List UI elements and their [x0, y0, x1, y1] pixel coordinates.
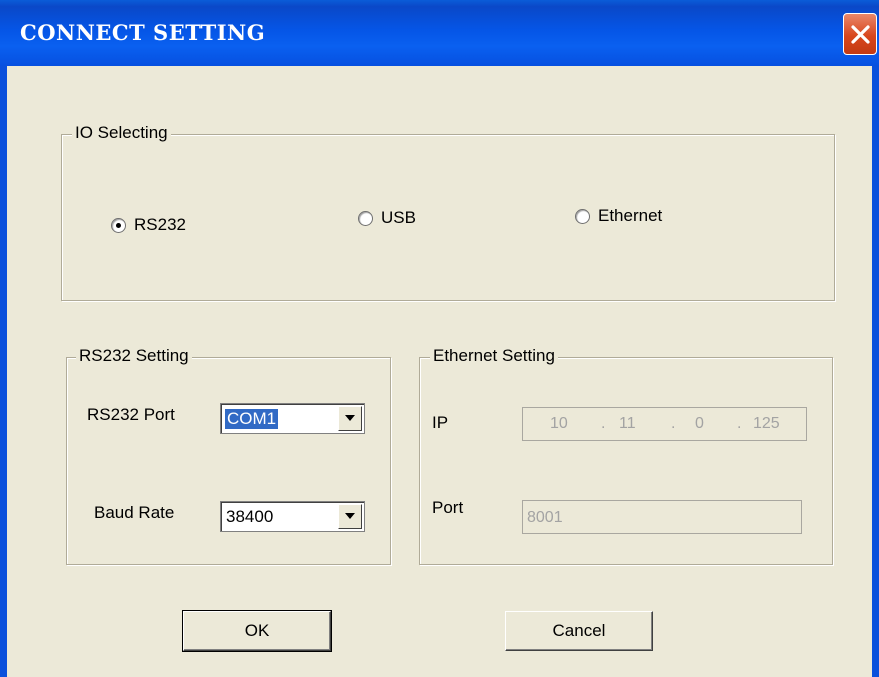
title-bar[interactable]: CONNECT SETTING — [0, 0, 879, 66]
ip-octet-3: 0 — [695, 415, 704, 432]
baud-rate-dropdown-button[interactable] — [338, 504, 362, 529]
baud-rate-label: Baud Rate — [94, 503, 175, 522]
radio-usb[interactable]: USB — [358, 208, 416, 228]
port-field[interactable]: 8001 — [522, 500, 802, 534]
close-button[interactable] — [843, 13, 877, 55]
radio-unselected-icon — [575, 208, 590, 224]
cancel-button-label: Cancel — [552, 621, 606, 640]
ip-octet-1: 10 — [550, 415, 568, 432]
rs232-port-value: COM1 — [225, 409, 279, 429]
ip-dot-1: . — [601, 415, 606, 432]
ip-address-field[interactable]: 10 . 11 . 0 . 125 — [522, 407, 807, 441]
cancel-button[interactable]: Cancel — [505, 611, 653, 651]
chevron-down-icon — [345, 513, 355, 519]
baud-rate-select[interactable]: 38400 — [220, 501, 365, 532]
ip-octet-4: 125 — [753, 415, 780, 432]
radio-usb-label: USB — [381, 208, 416, 227]
ip-octet-2: 11 — [619, 415, 636, 432]
radio-rs232[interactable]: RS232 — [111, 215, 186, 235]
rs232-setting-group: RS232 Setting — [66, 346, 391, 565]
ip-dot-2: . — [671, 415, 676, 432]
baud-rate-value: 38400 — [226, 507, 274, 526]
ok-button[interactable]: OK — [182, 610, 332, 652]
window-title: CONNECT SETTING — [20, 20, 266, 45]
rs232-port-dropdown-button[interactable] — [338, 406, 362, 431]
port-label: Port — [432, 498, 464, 517]
window-frame-right — [872, 66, 879, 677]
radio-ethernet-label: Ethernet — [598, 206, 663, 225]
ip-label: IP — [432, 413, 449, 432]
radio-rs232-label: RS232 — [134, 215, 186, 234]
connect-setting-window: CONNECT SETTING IO Selecting RS232 USB E… — [0, 0, 879, 677]
ip-dot-3: . — [737, 415, 742, 432]
close-icon — [851, 25, 870, 44]
port-value: 8001 — [527, 509, 563, 526]
rs232-setting-legend: RS232 Setting — [76, 346, 192, 366]
radio-ethernet[interactable]: Ethernet — [575, 206, 662, 226]
rs232-port-select[interactable]: COM1 — [220, 403, 365, 434]
radio-selected-icon — [111, 217, 126, 233]
ethernet-setting-legend: Ethernet Setting — [430, 346, 558, 366]
chevron-down-icon — [345, 415, 355, 421]
radio-unselected-icon — [358, 210, 373, 226]
window-frame-left — [0, 66, 7, 677]
ok-button-label: OK — [244, 621, 270, 640]
io-selecting-legend: IO Selecting — [72, 123, 171, 143]
rs232-port-label: RS232 Port — [87, 405, 175, 424]
